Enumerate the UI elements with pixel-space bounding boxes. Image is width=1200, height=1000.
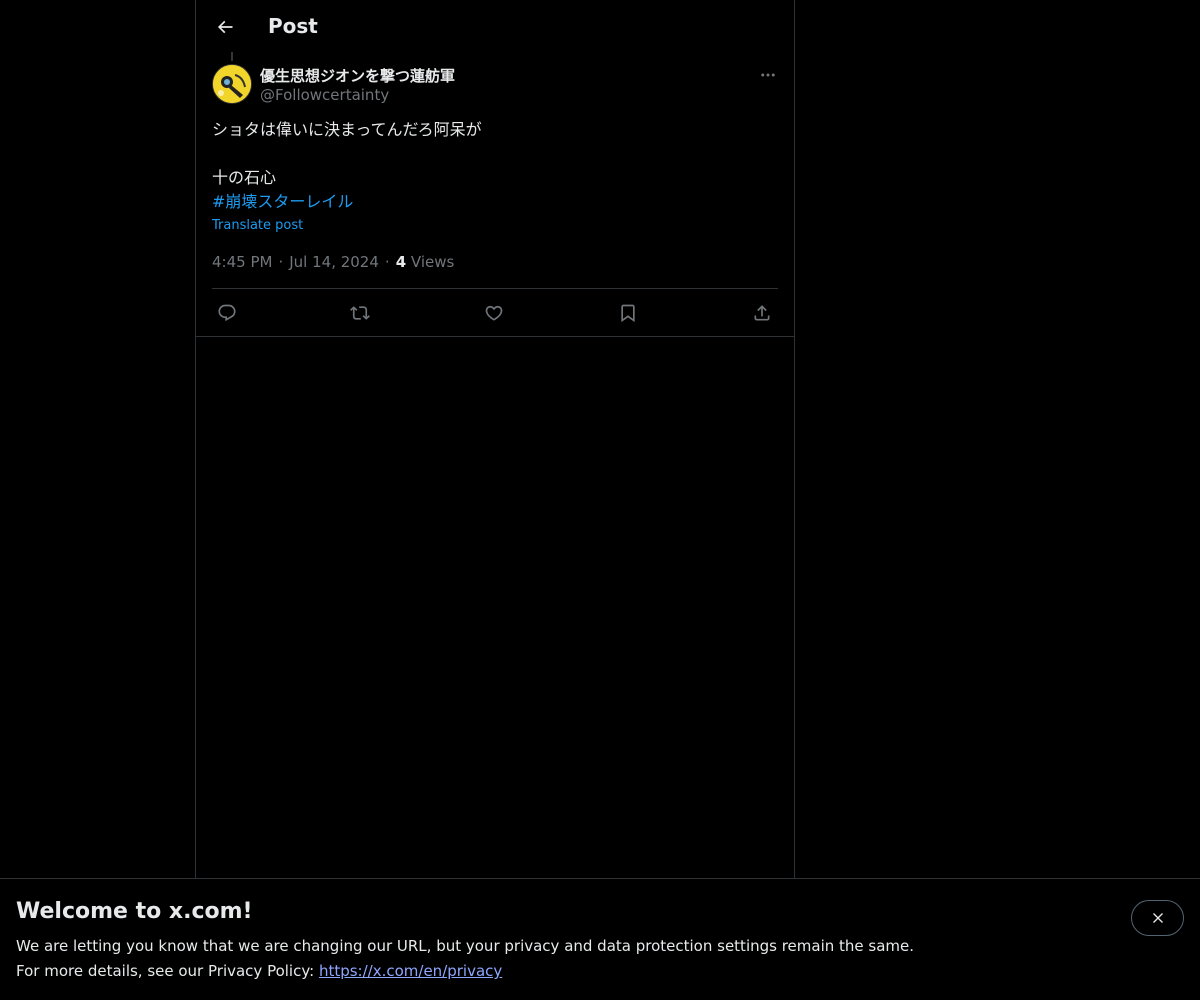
reply-button[interactable] — [214, 300, 240, 326]
avatar[interactable] — [212, 64, 252, 104]
close-banner-button[interactable] — [1131, 900, 1184, 936]
post-text: ショタは偉いに決まってんだろ阿呆が 十の石心 #崩壊スターレイル — [212, 118, 778, 214]
post-actions — [212, 296, 778, 328]
like-button[interactable] — [481, 300, 507, 326]
action-divider — [212, 288, 778, 289]
repost-icon — [350, 306, 370, 320]
repost-button[interactable] — [347, 300, 373, 326]
translate-post-link[interactable]: Translate post — [212, 218, 303, 233]
post-time[interactable]: 4:45 PM — [212, 253, 272, 271]
more-options-button[interactable] — [756, 64, 780, 86]
post-author: 優生思想ジオンを撃つ蓮舫軍 @Followcertainty — [212, 64, 780, 108]
share-icon — [754, 305, 770, 321]
banner-message: We are letting you know that we are chan… — [16, 937, 915, 955]
privacy-policy-link[interactable]: https://x.com/en/privacy — [319, 962, 502, 980]
url-change-banner: Welcome to x.com! We are letting you kno… — [0, 878, 1200, 1000]
views-count: 4 — [395, 253, 407, 271]
banner-privacy-line: For more details, see our Privacy Policy… — [16, 962, 502, 980]
bookmark-icon — [621, 304, 635, 323]
more-horizontal-icon — [761, 73, 775, 77]
reply-icon — [218, 304, 236, 322]
like-icon — [485, 305, 503, 321]
meta-separator: · — [384, 253, 390, 271]
author-display-name[interactable]: 優生思想ジオンを撃つ蓮舫軍 — [260, 65, 455, 86]
primary-column: Post 優生思想ジオンを撃つ蓮舫軍 @Followcertainty ショタは… — [195, 0, 795, 878]
author-handle[interactable]: @Followcertainty — [260, 86, 389, 104]
hashtag-link[interactable]: #崩壊スターレイル — [212, 190, 778, 214]
views-label: Views — [410, 253, 455, 271]
meta-separator: · — [278, 253, 284, 271]
post-header: Post — [196, 0, 794, 53]
share-button[interactable] — [749, 300, 775, 326]
bookmark-button[interactable] — [615, 300, 641, 326]
arrow-left-icon — [217, 20, 233, 34]
post-bottom-border — [196, 336, 794, 337]
post-text-line — [212, 142, 778, 166]
page-title: Post — [268, 14, 318, 38]
post-date[interactable]: Jul 14, 2024 — [289, 253, 379, 271]
close-icon — [1152, 913, 1163, 923]
post-text-line: 十の石心 — [212, 168, 277, 187]
post-meta: 4:45 PM · Jul 14, 2024 · 4 Views — [212, 253, 454, 271]
avatar-image — [213, 65, 251, 103]
banner-title: Welcome to x.com! — [16, 899, 253, 924]
back-button[interactable] — [208, 10, 242, 44]
banner-privacy-prefix: For more details, see our Privacy Policy… — [16, 962, 319, 980]
thread-connector — [231, 52, 233, 61]
post-text-line: ショタは偉いに決まってんだろ阿呆が — [212, 120, 482, 139]
